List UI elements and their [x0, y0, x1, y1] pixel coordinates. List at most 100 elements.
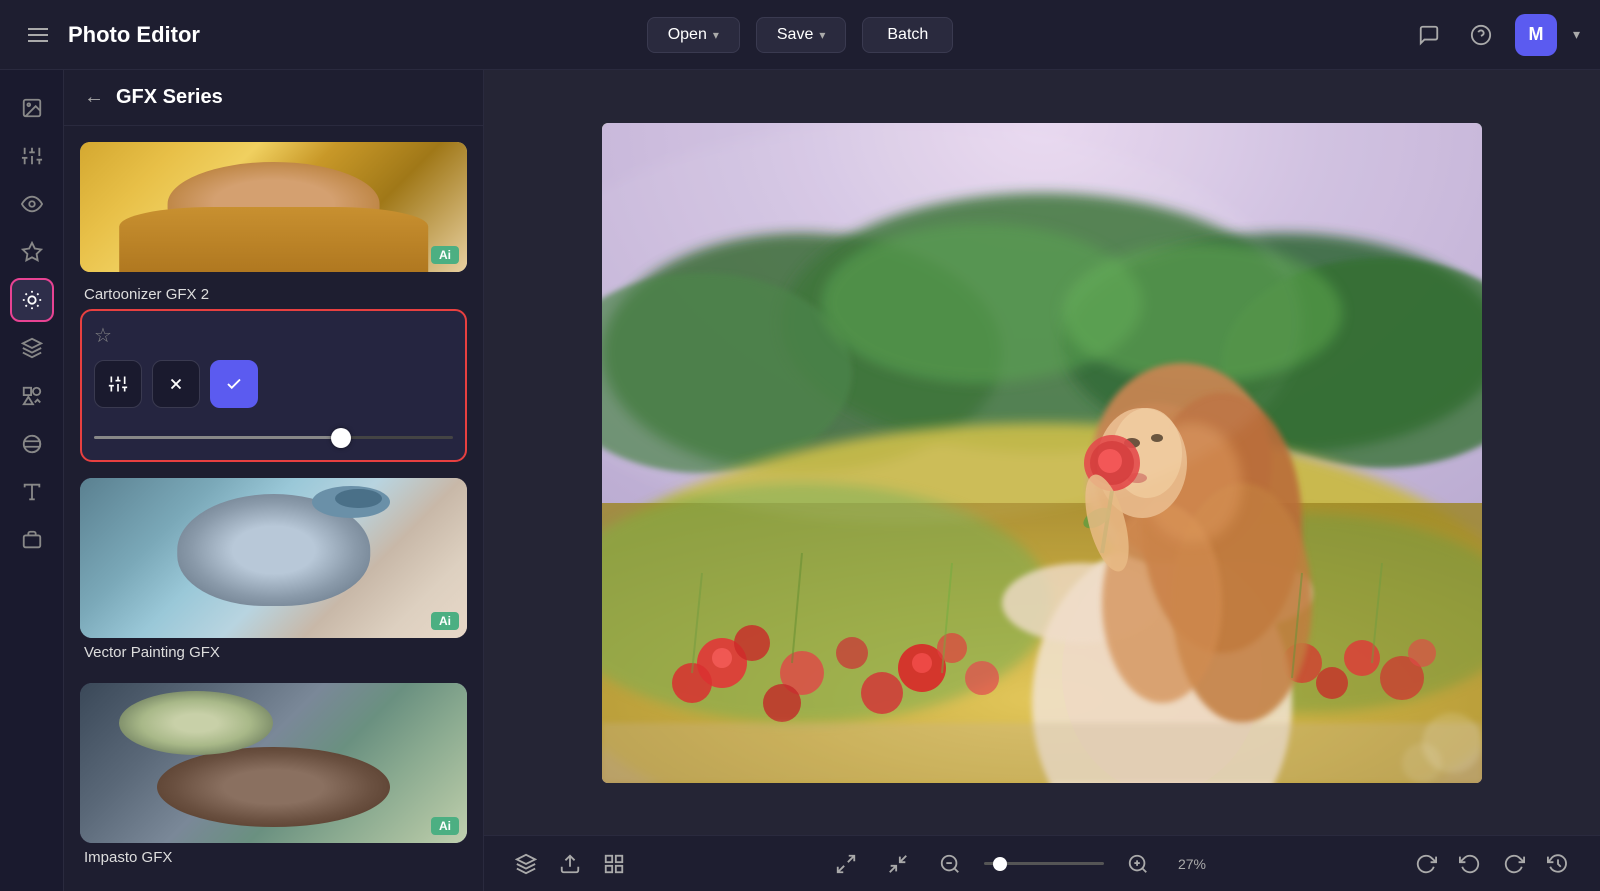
filter-item-vector[interactable]: Ai Vector Painting GFX	[80, 478, 467, 667]
sidebar-item-image[interactable]	[10, 86, 54, 130]
impasto-name: Impasto GFX	[80, 843, 467, 872]
filter-selected-panel: ☆	[80, 309, 467, 462]
undo-icon	[1459, 853, 1481, 875]
user-menu-chevron[interactable]: ▾	[1573, 26, 1580, 43]
shapes-icon	[21, 385, 43, 407]
canvas-area: 27%	[484, 70, 1600, 891]
sidebar-item-shapes[interactable]	[10, 374, 54, 418]
user-avatar[interactable]: M	[1515, 14, 1557, 56]
zoom-value: 27%	[1172, 856, 1212, 872]
redo-icon	[1503, 853, 1525, 875]
help-button[interactable]	[1463, 17, 1499, 53]
canvas-viewport	[484, 70, 1600, 835]
bottom-left	[508, 846, 632, 882]
sidebar-item-layers[interactable]	[10, 326, 54, 370]
vector-name: Vector Painting GFX	[80, 638, 467, 667]
bottom-toolbar: 27%	[484, 835, 1600, 891]
rotate-button[interactable]	[1408, 846, 1444, 882]
fit-button[interactable]	[828, 846, 864, 882]
filter-list: Ai Cartoonizer GFX 2 ☆	[64, 126, 483, 891]
icon-rail	[0, 70, 64, 891]
filter-cancel-button[interactable]	[152, 360, 200, 408]
open-chevron: ▾	[713, 28, 719, 42]
header: Photo Editor Open ▾ Save ▾ Batch M ▾	[0, 0, 1600, 70]
app-title: Photo Editor	[68, 22, 200, 48]
save-button[interactable]: Save ▾	[756, 17, 847, 53]
header-left: Photo Editor	[20, 17, 540, 53]
sparkle-icon	[21, 241, 43, 263]
sidebar-item-watermark[interactable]	[10, 518, 54, 562]
favorite-star-icon[interactable]: ☆	[94, 323, 112, 348]
canvas-image	[602, 123, 1482, 783]
zoom-fit-button[interactable]	[880, 846, 916, 882]
sidebar-item-effects[interactable]	[10, 230, 54, 274]
history-button[interactable]	[1540, 846, 1576, 882]
vector-ai-badge: Ai	[431, 612, 459, 630]
batch-button[interactable]: Batch	[862, 17, 953, 53]
export-icon	[559, 853, 581, 875]
back-button[interactable]: ←	[84, 86, 104, 109]
cancel-icon	[167, 375, 185, 393]
impasto-thumb: Ai	[80, 683, 467, 843]
header-right: M ▾	[1060, 14, 1580, 56]
intensity-slider[interactable]	[94, 436, 453, 439]
cartoonizer-name: Cartoonizer GFX 2	[80, 280, 467, 309]
rotate-icon	[1415, 853, 1437, 875]
zoom-out-button[interactable]	[932, 846, 968, 882]
grid-view-button[interactable]	[596, 846, 632, 882]
eye-icon	[21, 193, 43, 215]
filter-confirm-button[interactable]	[210, 360, 258, 408]
intensity-slider-container	[94, 422, 453, 448]
history-icon	[1547, 853, 1569, 875]
main-painting	[602, 123, 1482, 783]
main: ← GFX Series Ai Cartoonizer GFX 2	[0, 70, 1600, 891]
settings-icon	[108, 374, 128, 394]
sidebar-item-adjustments[interactable]	[10, 134, 54, 178]
texture-icon	[21, 433, 43, 455]
cartoonizer-thumb: Ai	[80, 142, 467, 272]
grid-icon	[603, 853, 625, 875]
zoom-fit-icon	[887, 853, 909, 875]
hamburger-icon	[28, 28, 48, 42]
zoom-in-icon	[1127, 853, 1149, 875]
sidebar-item-art-effects[interactable]	[10, 278, 54, 322]
fit-icon	[835, 853, 857, 875]
open-button[interactable]: Open ▾	[647, 17, 740, 53]
redo-button[interactable]	[1496, 846, 1532, 882]
watermark-icon	[21, 529, 43, 551]
layers-icon	[21, 337, 43, 359]
filter-item-cartoonizer[interactable]: Ai Cartoonizer GFX 2 ☆	[80, 142, 467, 462]
bottom-center: 27%	[828, 846, 1212, 882]
layers-bottom-icon	[515, 853, 537, 875]
art-effects-icon	[21, 289, 43, 311]
chat-button[interactable]	[1411, 17, 1447, 53]
filter-controls	[94, 360, 453, 408]
sidebar-item-text[interactable]	[10, 470, 54, 514]
layers-button[interactable]	[508, 846, 544, 882]
filter-settings-button[interactable]	[94, 360, 142, 408]
zoom-in-button[interactable]	[1120, 846, 1156, 882]
hamburger-button[interactable]	[20, 17, 56, 53]
impasto-ai-badge: Ai	[431, 817, 459, 835]
sidebar-item-texture[interactable]	[10, 422, 54, 466]
image-icon	[21, 97, 43, 119]
panel-title: GFX Series	[116, 86, 223, 109]
vector-thumb: Ai	[80, 478, 467, 638]
filter-panel: ← GFX Series Ai Cartoonizer GFX 2	[64, 70, 484, 891]
painting-svg	[602, 123, 1482, 783]
filter-item-impasto[interactable]: Ai Impasto GFX	[80, 683, 467, 872]
filter-selected-header: ☆	[94, 323, 453, 348]
confirm-icon	[225, 375, 243, 393]
help-icon	[1470, 24, 1492, 46]
panel-header: ← GFX Series	[64, 70, 483, 126]
text-icon	[21, 481, 43, 503]
header-center: Open ▾ Save ▾ Batch	[540, 17, 1060, 53]
zoom-out-icon	[939, 853, 961, 875]
sidebar-item-view[interactable]	[10, 182, 54, 226]
save-chevron: ▾	[819, 28, 825, 42]
export-button[interactable]	[552, 846, 588, 882]
sliders-icon	[21, 145, 43, 167]
zoom-slider[interactable]	[984, 862, 1104, 865]
chat-icon	[1418, 24, 1440, 46]
undo-button[interactable]	[1452, 846, 1488, 882]
